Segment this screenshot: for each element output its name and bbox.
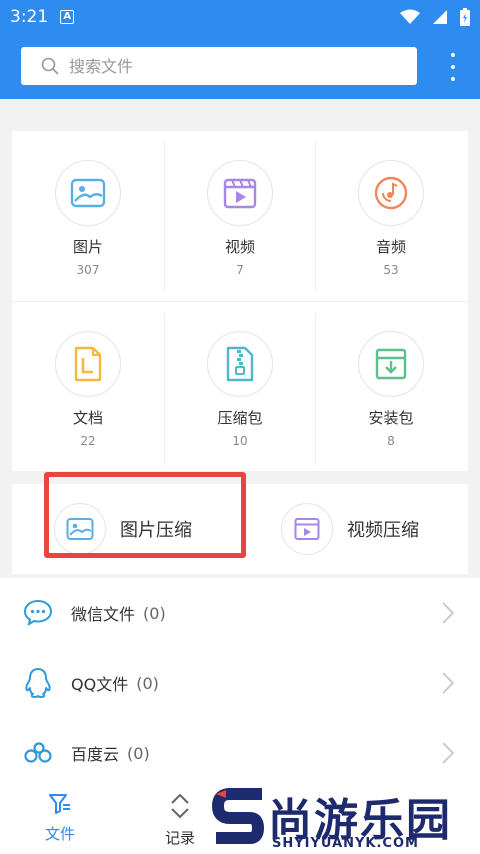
music-disc-icon xyxy=(374,176,408,210)
list-item-label: 微信文件 xyxy=(71,605,136,624)
status-time: 3:21 xyxy=(10,6,49,27)
category-apks[interactable]: 安装包 8 xyxy=(316,302,466,470)
image-compress-label: 图片压缩 xyxy=(120,520,192,541)
search-input[interactable] xyxy=(69,56,369,76)
category-label: 压缩包 xyxy=(217,409,263,427)
list-item-count: (0) xyxy=(127,743,150,763)
category-label: 安装包 xyxy=(368,409,414,427)
status-icons xyxy=(400,7,470,26)
zip-icon xyxy=(226,346,254,382)
category-label: 文档 xyxy=(72,409,103,427)
nav-files-tab[interactable]: 文件 xyxy=(20,793,100,844)
category-videos[interactable]: 视频 7 xyxy=(165,131,315,299)
video-icon xyxy=(294,518,320,540)
status-bar: 3:21 A xyxy=(0,0,480,33)
category-label: 音频 xyxy=(375,238,406,256)
chevron-up-down-icon xyxy=(171,793,189,819)
video-icon xyxy=(223,178,257,209)
app-bar xyxy=(0,33,480,99)
more-options-button[interactable] xyxy=(448,53,458,81)
search-icon xyxy=(41,57,59,75)
nav-records-label: 记录 xyxy=(164,829,195,847)
category-archives[interactable]: 压缩包 10 xyxy=(165,302,315,470)
image-icon xyxy=(66,518,94,540)
list-item-wechat[interactable]: 微信文件 (0) xyxy=(0,578,480,648)
battery-icon xyxy=(460,7,470,26)
nav-files-label: 文件 xyxy=(44,825,75,843)
chevron-right-icon xyxy=(442,602,454,624)
watermark-s-icon xyxy=(212,788,265,844)
search-box[interactable] xyxy=(21,47,417,85)
source-list: 微信文件 (0) QQ文件 (0) 百度云 (0) xyxy=(0,578,480,783)
list-item-baidu-cloud[interactable]: 百度云 (0) xyxy=(0,718,480,788)
category-count: 307 xyxy=(76,263,100,277)
category-audio[interactable]: 音频 53 xyxy=(316,131,466,299)
category-count: 7 xyxy=(236,263,244,277)
nav-records-tab[interactable]: 记录 xyxy=(140,793,220,848)
category-label: 图片 xyxy=(72,238,103,256)
compress-tools: 图片压缩 视频压缩 xyxy=(12,484,468,574)
qq-icon xyxy=(25,668,51,698)
list-item-qq[interactable]: QQ文件 (0) xyxy=(0,648,480,718)
watermark-logo: 尚游乐园 SHYIYUANYK.COM xyxy=(212,788,480,854)
files-filter-icon xyxy=(49,794,70,814)
image-compress-button[interactable]: 图片压缩 xyxy=(54,484,192,574)
watermark-url: SHYIYUANYK.COM xyxy=(272,836,419,851)
category-documents[interactable]: 文档 22 xyxy=(13,302,163,470)
install-box-icon xyxy=(375,348,407,380)
list-item-label: QQ文件 xyxy=(71,675,129,694)
category-images[interactable]: 图片 307 xyxy=(13,131,163,299)
list-item-count: (0) xyxy=(143,603,166,623)
wechat-icon xyxy=(23,599,53,627)
wifi-icon xyxy=(400,9,420,24)
video-compress-label: 视频压缩 xyxy=(347,520,419,541)
video-compress-button[interactable]: 视频压缩 xyxy=(281,484,419,574)
category-count: 53 xyxy=(383,263,399,277)
signal-icon xyxy=(433,9,447,24)
category-label: 视频 xyxy=(224,238,255,256)
category-count: 22 xyxy=(80,434,96,448)
category-count: 10 xyxy=(232,434,248,448)
chevron-right-icon xyxy=(442,742,454,764)
list-item-count: (0) xyxy=(136,673,159,693)
list-item-label: 百度云 xyxy=(71,745,120,764)
image-icon xyxy=(70,178,106,208)
notification-badge: A xyxy=(60,9,75,24)
category-grid: 图片 307 视频 7 音频 53 文档 22 压缩包 10 安装包 8 xyxy=(12,131,468,471)
chevron-right-icon xyxy=(442,672,454,694)
document-icon xyxy=(74,346,102,382)
baidu-cloud-icon xyxy=(24,742,52,763)
category-count: 8 xyxy=(387,434,395,448)
